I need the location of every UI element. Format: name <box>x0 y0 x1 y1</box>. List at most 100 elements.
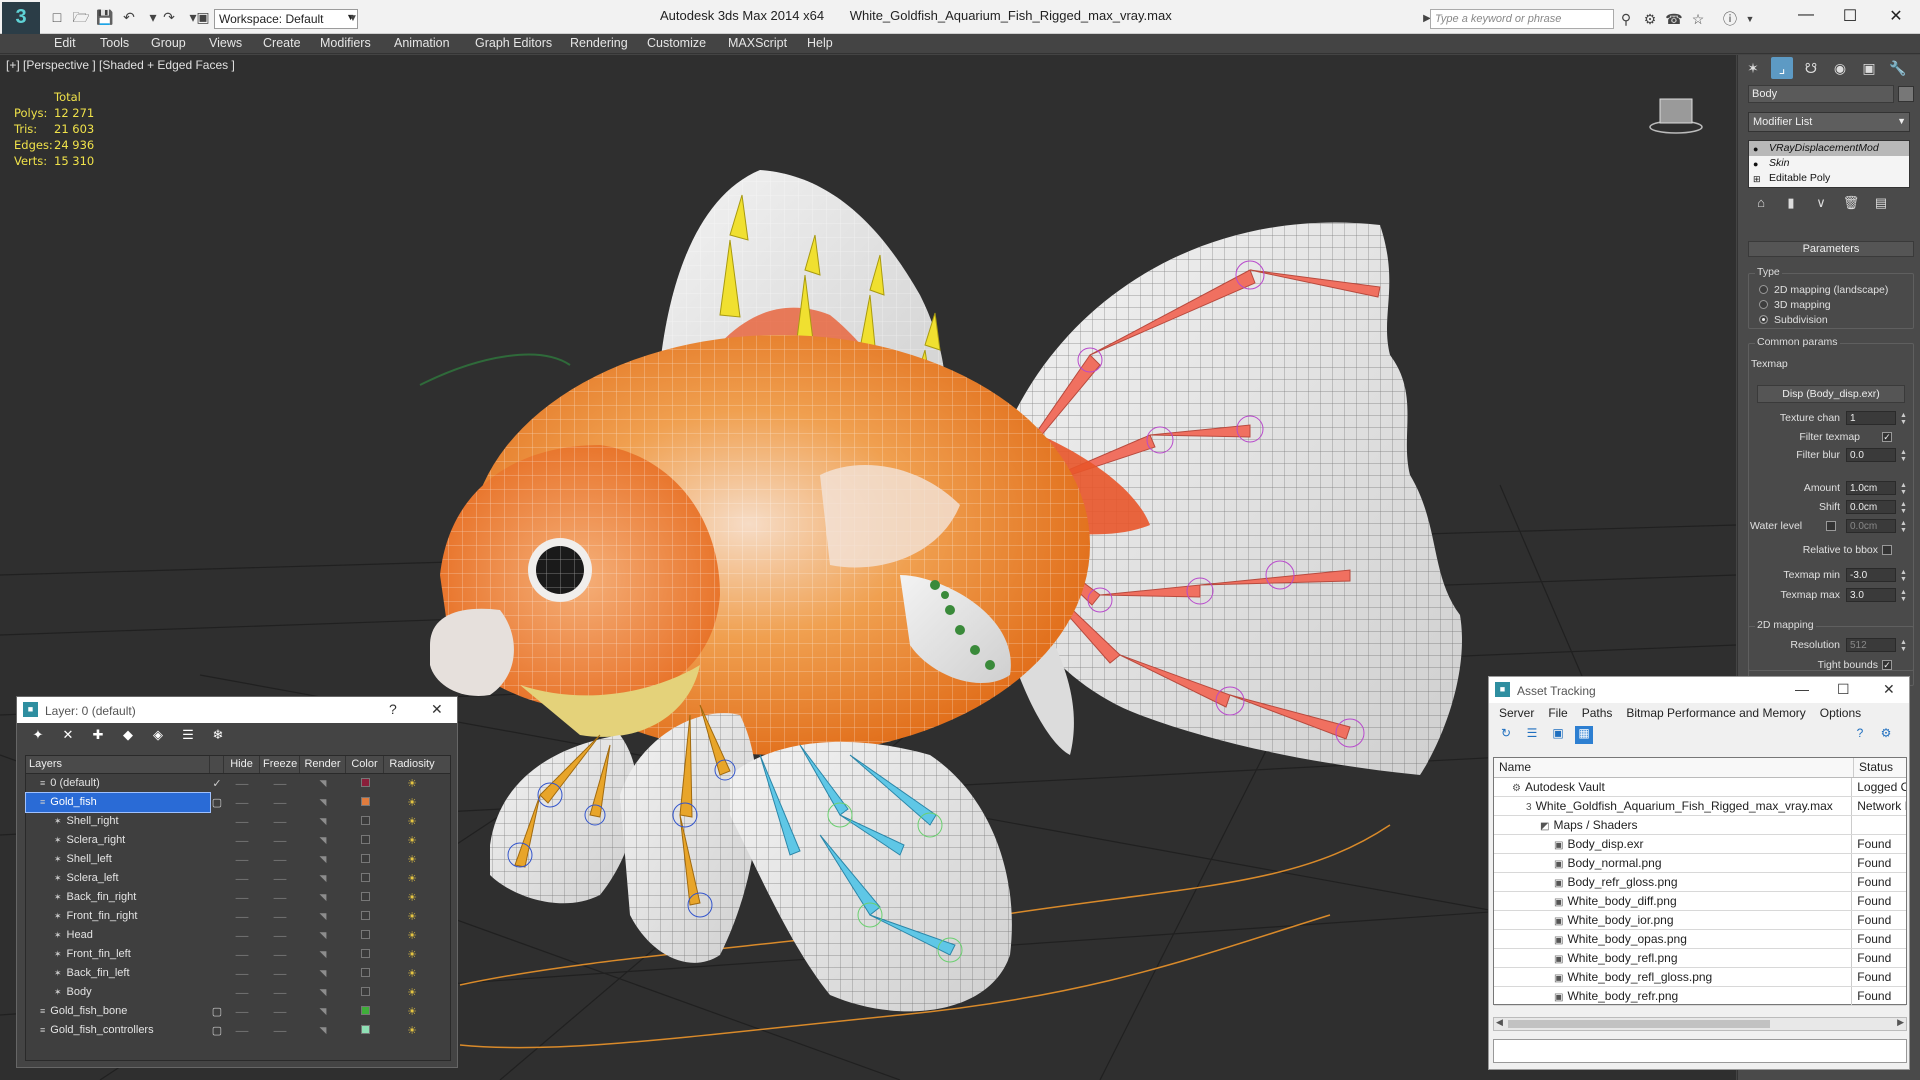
pin-stack-icon[interactable]: ⌂ <box>1752 195 1770 215</box>
menu-graph-editors[interactable]: Graph Editors <box>475 36 552 50</box>
scroll-thumb[interactable] <box>1508 1020 1770 1028</box>
layer-row[interactable]: ✶ Front_fin_right ── ── ◥ ☀ <box>26 907 450 926</box>
hide-toggle[interactable]: ── <box>224 950 260 960</box>
subscription-center-icon[interactable]: ⚙ <box>1640 9 1660 29</box>
spinner-icon[interactable]: ▲ ▼ <box>1900 501 1907 515</box>
layer-row[interactable]: ≡ Gold_fish ▢ ── ── ◥ ☀ <box>25 792 450 813</box>
radiosity-icon[interactable]: ☀ <box>384 815 440 828</box>
new-file-icon[interactable]: □ <box>48 8 66 26</box>
hide-toggle[interactable]: ── <box>224 1007 260 1017</box>
radiosity-icon[interactable]: ☀ <box>384 834 440 847</box>
texture-chan-field[interactable]: 1 <box>1846 411 1896 425</box>
maximize-icon[interactable]: ☐ <box>1834 6 1866 26</box>
render-toggle[interactable]: ◥ <box>300 778 346 789</box>
hide-toggle[interactable]: ── <box>224 874 260 884</box>
menu-modifiers[interactable]: Modifiers <box>320 36 371 50</box>
lightbulb-icon[interactable]: ● <box>1753 157 1758 171</box>
horizontal-scrollbar[interactable]: ◀ ▶ <box>1493 1017 1907 1031</box>
radio-3d-mapping[interactable]: 3D mapping <box>1759 299 1831 311</box>
hide-toggle[interactable]: ── <box>224 855 260 865</box>
minimize-icon[interactable]: — <box>1790 6 1822 26</box>
show-end-result-icon[interactable]: ▮ <box>1782 195 1800 215</box>
favorites-star-icon[interactable]: ☆ <box>1688 9 1708 29</box>
radiosity-icon[interactable]: ☀ <box>384 967 440 980</box>
redo-icon[interactable]: ↷ <box>160 8 178 26</box>
col-radiosity[interactable]: Radiosity <box>384 756 440 773</box>
freeze-toggle[interactable]: ── <box>260 874 300 884</box>
delete-layer-icon[interactable]: ✕ <box>59 727 77 745</box>
filter-blur-field[interactable]: 0.0 <box>1846 448 1896 462</box>
radiosity-icon[interactable]: ☀ <box>384 910 440 923</box>
layer-name-cell[interactable]: ≡ Gold_fish_controllers <box>26 1021 210 1040</box>
layer-color-swatch[interactable] <box>360 797 370 806</box>
refresh-icon[interactable]: ↻ <box>1497 726 1515 744</box>
scroll-left-icon[interactable]: ◀ <box>1496 1017 1503 1028</box>
asset-row[interactable]: ▣ White_body_refl.png Found <box>1494 949 1906 968</box>
layer-row[interactable]: ≡ 0 (default) ✓ ── ── ◥ ☀ <box>26 774 450 793</box>
spinner-icon[interactable]: ▲ ▼ <box>1900 482 1907 496</box>
menu-group[interactable]: Group <box>151 36 186 50</box>
menu-maxscript[interactable]: MAXScript <box>728 36 787 50</box>
freeze-toggle[interactable]: ── <box>260 855 300 865</box>
layer-name-cell[interactable]: ≡ Gold_fish <box>25 792 211 813</box>
asset-menu-options[interactable]: Options <box>1820 706 1861 720</box>
col-layers[interactable]: Layers <box>26 756 210 773</box>
menu-customize[interactable]: Customize <box>647 36 706 50</box>
help-button[interactable]: ? <box>389 701 397 717</box>
layer-row[interactable]: ✶ Back_fin_right ── ── ◥ ☀ <box>26 888 450 907</box>
radiosity-icon[interactable]: ☀ <box>384 986 440 999</box>
spinner-icon[interactable]: ▲ ▼ <box>1900 569 1907 583</box>
motion-tab-icon[interactable]: ◉ <box>1829 57 1851 79</box>
layer-color-swatch[interactable] <box>360 835 370 844</box>
hide-toggle[interactable]: ── <box>224 779 260 789</box>
modifier-stack-item[interactable]: ⊞ Editable Poly <box>1749 171 1909 186</box>
layer-color-swatch[interactable] <box>360 816 370 825</box>
freeze-toggle[interactable]: ── <box>260 969 300 979</box>
asset-row[interactable]: ▣ White_body_ior.png Found <box>1494 911 1906 930</box>
utilities-tab-icon[interactable]: 🔧 <box>1887 57 1909 79</box>
render-toggle[interactable]: ◥ <box>300 968 346 979</box>
layer-row[interactable]: ✶ Sclera_left ── ── ◥ ☀ <box>26 869 450 888</box>
menu-tools[interactable]: Tools <box>100 36 129 50</box>
asset-menu-paths[interactable]: Paths <box>1582 706 1613 720</box>
render-toggle[interactable]: ◥ <box>300 797 346 808</box>
layer-color-swatch[interactable] <box>360 987 370 996</box>
hide-toggle[interactable]: ── <box>224 931 260 941</box>
undo-icon[interactable]: ↶ <box>120 8 138 26</box>
render-toggle[interactable]: ◥ <box>300 816 346 827</box>
asset-row[interactable]: ⚙ Autodesk Vault Logged O <box>1494 778 1906 797</box>
layer-row[interactable]: ✶ Body ── ── ◥ ☀ <box>26 983 450 1002</box>
relative-to-bbox-checkbox[interactable] <box>1882 545 1892 555</box>
layer-name-cell[interactable]: ✶ Body <box>26 983 210 1002</box>
search-input[interactable]: Type a keyword or phrase <box>1430 9 1614 29</box>
layer-name-cell[interactable]: ✶ Shell_left <box>26 850 210 869</box>
close-icon[interactable]: ✕ <box>1880 6 1912 26</box>
hide-toggle[interactable]: ── <box>224 817 260 827</box>
add-to-layer-icon[interactable]: ✚ <box>89 727 107 745</box>
freeze-toggle[interactable]: ── <box>260 779 300 789</box>
radiosity-icon[interactable]: ☀ <box>384 891 440 904</box>
layer-name-cell[interactable]: ✶ Front_fin_left <box>26 945 210 964</box>
layer-color-swatch[interactable] <box>360 930 370 939</box>
modifier-list-dropdown[interactable]: Modifier List ▼ <box>1748 112 1910 132</box>
layer-row[interactable]: ✶ Sclera_right ── ── ◥ ☀ <box>26 831 450 850</box>
freeze-toggle[interactable]: ── <box>260 988 300 998</box>
freeze-toggle[interactable]: ── <box>260 931 300 941</box>
radiosity-icon[interactable]: ☀ <box>384 796 440 809</box>
workspace-dropdown[interactable]: Workspace: Default ▼ <box>214 9 358 29</box>
asset-row[interactable]: ▣ Body_disp.exr Found <box>1494 835 1906 854</box>
layer-window-titlebar[interactable]: ■ Layer: 0 (default) ? ✕ <box>17 697 457 723</box>
current-layer-check-icon[interactable]: ✓ <box>210 777 224 790</box>
communication-center-icon[interactable]: ☎ <box>1664 9 1684 29</box>
layer-name-cell[interactable]: ≡ 0 (default) <box>26 774 210 793</box>
set-current-layer-icon[interactable]: ▢ <box>210 796 224 809</box>
hide-toggle[interactable]: ── <box>224 893 260 903</box>
render-toggle[interactable]: ◥ <box>300 835 346 846</box>
render-toggle[interactable]: ◥ <box>300 854 346 865</box>
amount-field[interactable]: 1.0cm <box>1846 481 1896 495</box>
layer-row[interactable]: ✶ Shell_right ── ── ◥ ☀ <box>26 812 450 831</box>
col-color[interactable]: Color <box>346 756 384 773</box>
menu-rendering[interactable]: Rendering <box>570 36 628 50</box>
hide-toggle[interactable]: ── <box>224 1026 260 1036</box>
freeze-toggle[interactable]: ── <box>260 1026 300 1036</box>
